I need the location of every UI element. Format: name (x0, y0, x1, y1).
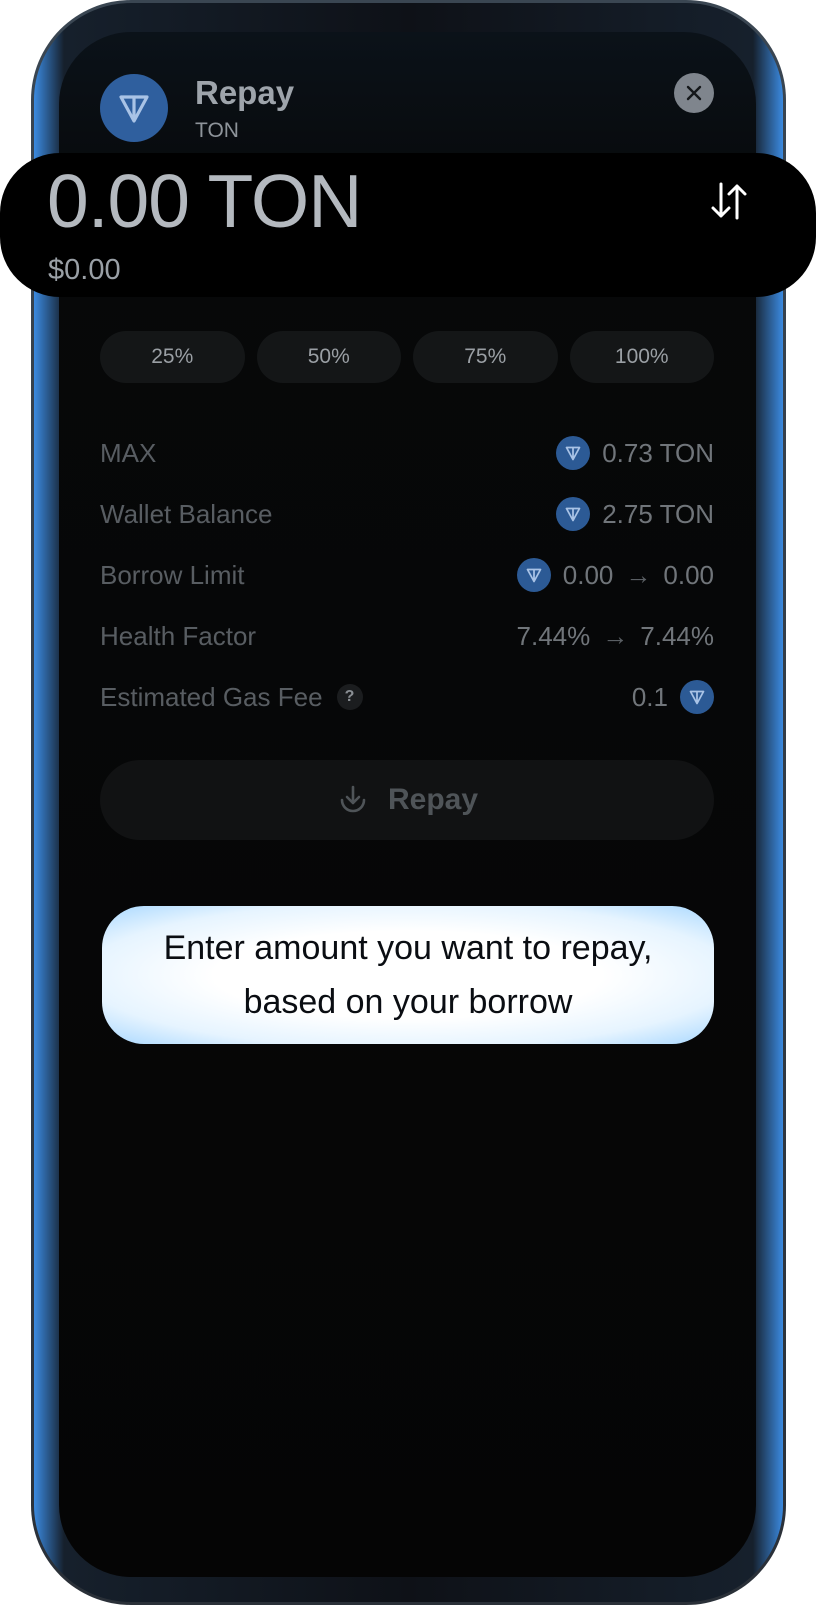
repay-button[interactable]: Repay (100, 760, 714, 840)
repay-button-label: Repay (387, 783, 479, 816)
amount-usd-value: $0.00 (48, 254, 121, 286)
max-row: MAX 0.73 TON (100, 433, 714, 473)
swap-units-button[interactable] (706, 178, 752, 224)
chip-25-percent[interactable]: 25% (100, 331, 245, 383)
chip-100-percent[interactable]: 100% (569, 331, 714, 383)
ton-logo-icon (100, 74, 168, 142)
wallet-balance-value: 2.75 TON (602, 498, 714, 529)
arrow-right-icon: → (625, 559, 652, 590)
wallet-balance-row: Wallet Balance 2.75 TON (100, 494, 714, 534)
borrow-limit-from: 0.00 (562, 559, 614, 590)
max-label: MAX (100, 437, 157, 468)
borrow-limit-label: Borrow Limit (100, 559, 245, 590)
amount-value[interactable]: 0.00 TON (47, 158, 362, 244)
max-value[interactable]: 0.73 TON (602, 438, 714, 469)
health-factor-row: Health Factor 7.44% → 7.44% (100, 616, 714, 656)
gas-fee-row: Estimated Gas Fee ? 0.1 (100, 677, 714, 717)
ton-logo-icon (556, 497, 591, 531)
ton-logo-icon (556, 436, 591, 470)
chip-50-percent[interactable]: 50% (256, 331, 401, 383)
swap-arrows-icon (711, 182, 747, 220)
close-button[interactable] (674, 73, 714, 113)
ton-logo-icon (680, 680, 714, 714)
ton-logo-icon (516, 558, 551, 592)
gas-fee-label: Estimated Gas Fee (100, 681, 323, 712)
download-icon (340, 785, 366, 813)
onboarding-tooltip: Enter amount you want to repay, based on… (102, 906, 714, 1044)
chip-75-percent[interactable]: 75% (413, 331, 558, 383)
arrow-right-icon: → (602, 620, 629, 651)
percent-chips: 25% 50% 75% 100% (100, 331, 714, 383)
help-icon[interactable]: ? (336, 684, 363, 710)
token-subtitle: TON (195, 119, 239, 142)
wallet-balance-label: Wallet Balance (100, 498, 273, 529)
gas-fee-value: 0.1 (631, 681, 668, 712)
tooltip-text: Enter amount you want to repay, based on… (163, 929, 653, 1021)
health-factor-to: 7.44% (640, 620, 714, 651)
close-icon (686, 85, 702, 101)
page-title: Repay (195, 74, 295, 111)
borrow-limit-to: 0.00 (663, 559, 714, 590)
health-factor-from: 7.44% (516, 620, 591, 651)
health-factor-label: Health Factor (100, 620, 257, 651)
borrow-limit-row: Borrow Limit 0.00 → 0.00 (100, 555, 714, 595)
